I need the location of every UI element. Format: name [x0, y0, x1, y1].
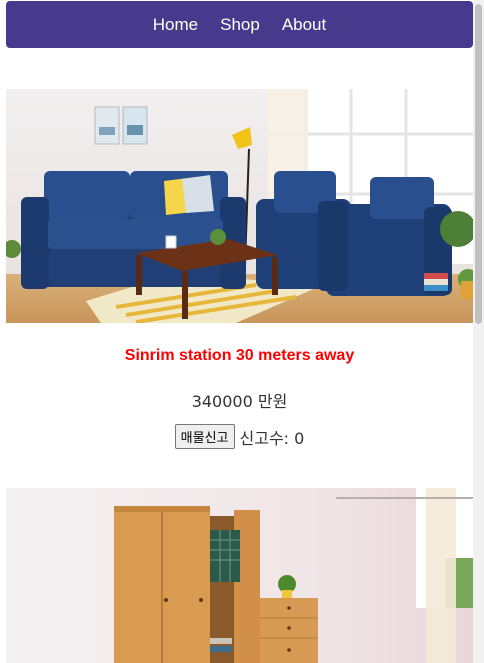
- listing-card: Sinrim station 30 meters away 340000 만원 …: [6, 89, 473, 449]
- report-listing-button[interactable]: 매물신고: [174, 424, 235, 449]
- vertical-scrollbar[interactable]: [473, 0, 484, 663]
- listing-card: [6, 488, 473, 663]
- report-row: 매물신고 신고수: 0: [6, 424, 473, 449]
- nav-about-link[interactable]: About: [282, 15, 326, 35]
- scrollbar-thumb[interactable]: [475, 4, 482, 324]
- nav-home-link[interactable]: Home: [153, 15, 198, 35]
- report-count: 신고수: 0: [239, 428, 305, 448]
- listing-price: 340000 만원: [191, 392, 288, 411]
- listing-title: Sinrim station 30 meters away: [124, 347, 355, 364]
- top-navbar: Home Shop About: [6, 1, 473, 48]
- listing-photo-sofa[interactable]: [6, 89, 473, 323]
- listing-photo-wardrobe[interactable]: [6, 488, 473, 663]
- nav-shop-link[interactable]: Shop: [220, 15, 260, 35]
